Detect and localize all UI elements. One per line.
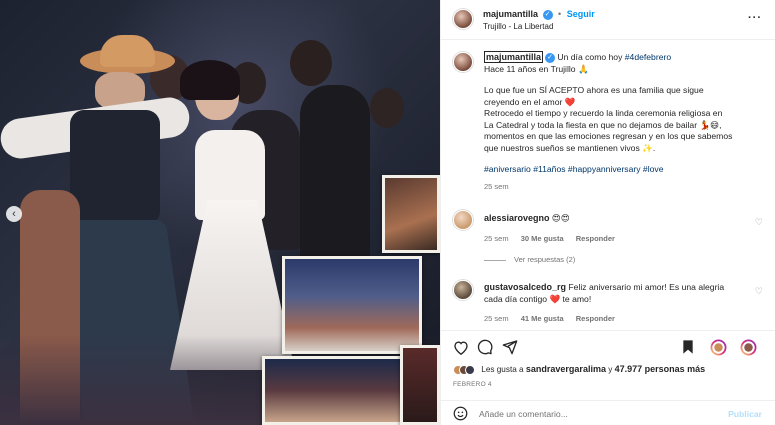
reply-button[interactable]: Responder <box>576 234 615 243</box>
reply-button[interactable]: Responder <box>576 314 615 323</box>
verified-icon: ✓ <box>545 52 556 63</box>
photo-print-3 <box>262 356 412 425</box>
story-ring-icon[interactable] <box>739 338 757 356</box>
bookmark-icon[interactable] <box>679 338 697 356</box>
add-comment-bar: Añade un comentario... Publicar <box>441 400 775 425</box>
share-icon[interactable] <box>501 338 519 356</box>
groom-vest <box>70 110 160 225</box>
liker-avatar <box>465 364 475 375</box>
commenter-avatar[interactable] <box>453 280 473 300</box>
heart-icon[interactable] <box>452 338 470 356</box>
comment-item: alessiarovegno 😍😍 25 sem 30 Me gusta Res… <box>484 213 615 243</box>
comment-username[interactable]: alessiarovegno <box>484 213 550 223</box>
follow-button[interactable]: Seguir <box>567 9 595 19</box>
photo-print-4 <box>400 345 440 425</box>
comment-item: gustavosalcedo_rg Feliz aniversario mi a… <box>484 282 725 323</box>
hashtag-link[interactable]: #4defebrero <box>625 52 671 62</box>
story-ring-icon[interactable] <box>709 338 727 356</box>
photo-print-1 <box>382 175 440 253</box>
view-replies-button[interactable]: Ver respuestas (2) <box>484 255 575 264</box>
author-avatar[interactable] <box>453 9 473 29</box>
likes-summary: Les gusta a sandravergaralima y 47.977 p… <box>453 364 705 375</box>
comment-text: 😍😍 <box>551 213 570 223</box>
post-sidebar: majumantilla ✓ • Seguir Trujillo - La Li… <box>440 0 775 425</box>
emoji-icon[interactable] <box>453 406 468 423</box>
post-date: FEBRERO 4 <box>453 381 492 388</box>
carousel-prev-button[interactable]: ‹ <box>6 206 22 222</box>
comment-like-heart-icon[interactable]: ♡ <box>755 217 763 228</box>
likes-count[interactable]: 47.977 personas más <box>615 364 706 374</box>
photo-print-2 <box>282 256 422 354</box>
comment-likes[interactable]: 30 Me gusta <box>521 234 564 243</box>
commenter-avatar[interactable] <box>453 210 473 230</box>
comment-likes[interactable]: 41 Me gusta <box>521 314 564 323</box>
author-username[interactable]: majumantilla <box>483 9 538 19</box>
more-options-icon[interactable]: ··· <box>748 12 762 24</box>
post-photo[interactable]: ‹ <box>0 0 440 425</box>
instagram-post-modal: ‹ majumantilla ✓ • Seguir Trujillo - La … <box>0 0 775 425</box>
verified-icon: ✓ <box>542 9 553 20</box>
caption-time: 25 sem <box>484 181 509 191</box>
caption-username[interactable]: majumantilla <box>484 51 544 63</box>
publish-button[interactable]: Publicar <box>728 409 762 419</box>
post-location[interactable]: Trujillo - La Libertad <box>483 22 553 31</box>
caption-avatar[interactable] <box>453 52 473 72</box>
comment-username[interactable]: gustavosalcedo_rg <box>484 282 566 292</box>
post-caption: majumantilla ✓ Un día como hoy #4defebrer… <box>484 51 769 192</box>
comment-input[interactable]: Añade un comentario... <box>479 409 568 419</box>
caption-hashtags[interactable]: #aniversario #11años #happyanniversary #… <box>484 164 769 176</box>
liker-username[interactable]: sandravergaralima <box>526 364 606 374</box>
post-header: majumantilla ✓ • Seguir Trujillo - La Li… <box>441 0 775 40</box>
comment-like-heart-icon[interactable]: ♡ <box>755 286 763 297</box>
comment-text: Feliz aniversario mi amor! Es una alegri… <box>568 282 725 292</box>
action-bar <box>441 330 775 360</box>
comment-icon[interactable] <box>476 338 494 356</box>
